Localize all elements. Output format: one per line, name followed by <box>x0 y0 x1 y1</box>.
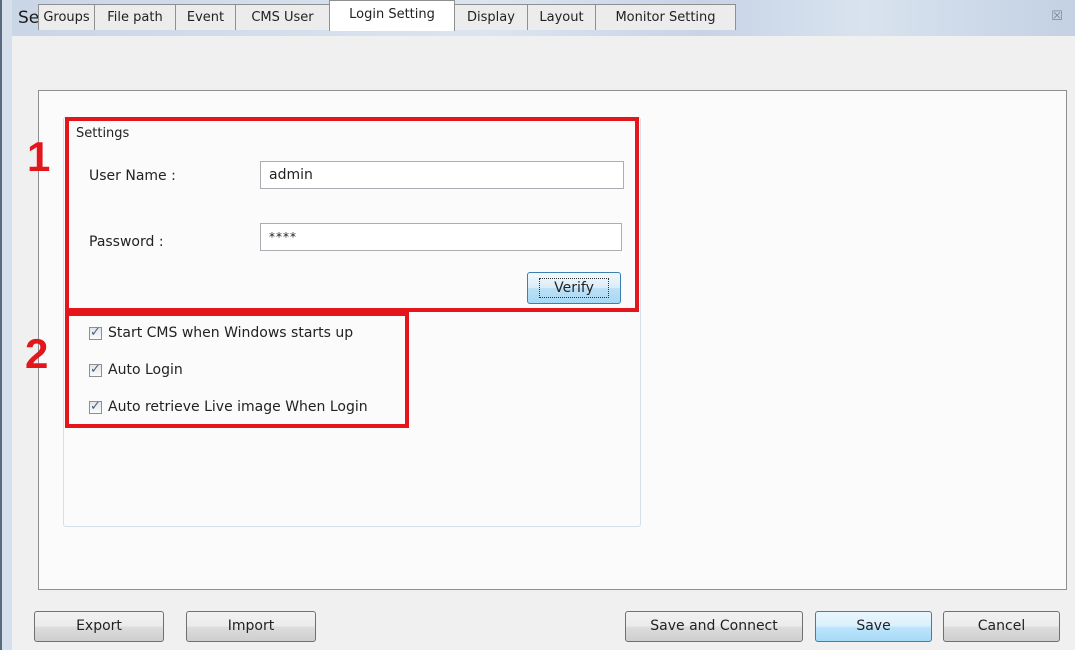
tab-file-path[interactable]: File path <box>94 4 176 30</box>
tab-event[interactable]: Event <box>175 4 236 30</box>
save-and-connect-button[interactable]: Save and Connect <box>625 611 803 642</box>
tab-groups[interactable]: Groups <box>38 4 95 30</box>
tab-cms-user[interactable]: CMS User <box>235 4 330 30</box>
annotation-box-1 <box>65 117 639 312</box>
settings-window: Settings ☒ Groups File path Event CMS Us… <box>0 0 1075 650</box>
close-icon[interactable]: ☒ <box>1049 10 1065 24</box>
annotation-number-1: 1 <box>27 133 51 180</box>
import-button[interactable]: Import <box>186 611 316 642</box>
tab-display[interactable]: Display <box>454 4 528 30</box>
tab-monitor-setting[interactable]: Monitor Setting <box>595 4 736 30</box>
annotation-box-2 <box>65 312 409 428</box>
save-button[interactable]: Save <box>815 611 932 642</box>
annotation-number-2: 2 <box>25 330 49 377</box>
tab-login-setting[interactable]: Login Setting <box>329 0 455 31</box>
window-left-edge <box>0 0 12 650</box>
export-button[interactable]: Export <box>34 611 164 642</box>
tab-layout[interactable]: Layout <box>527 4 596 30</box>
cancel-button[interactable]: Cancel <box>943 611 1060 642</box>
